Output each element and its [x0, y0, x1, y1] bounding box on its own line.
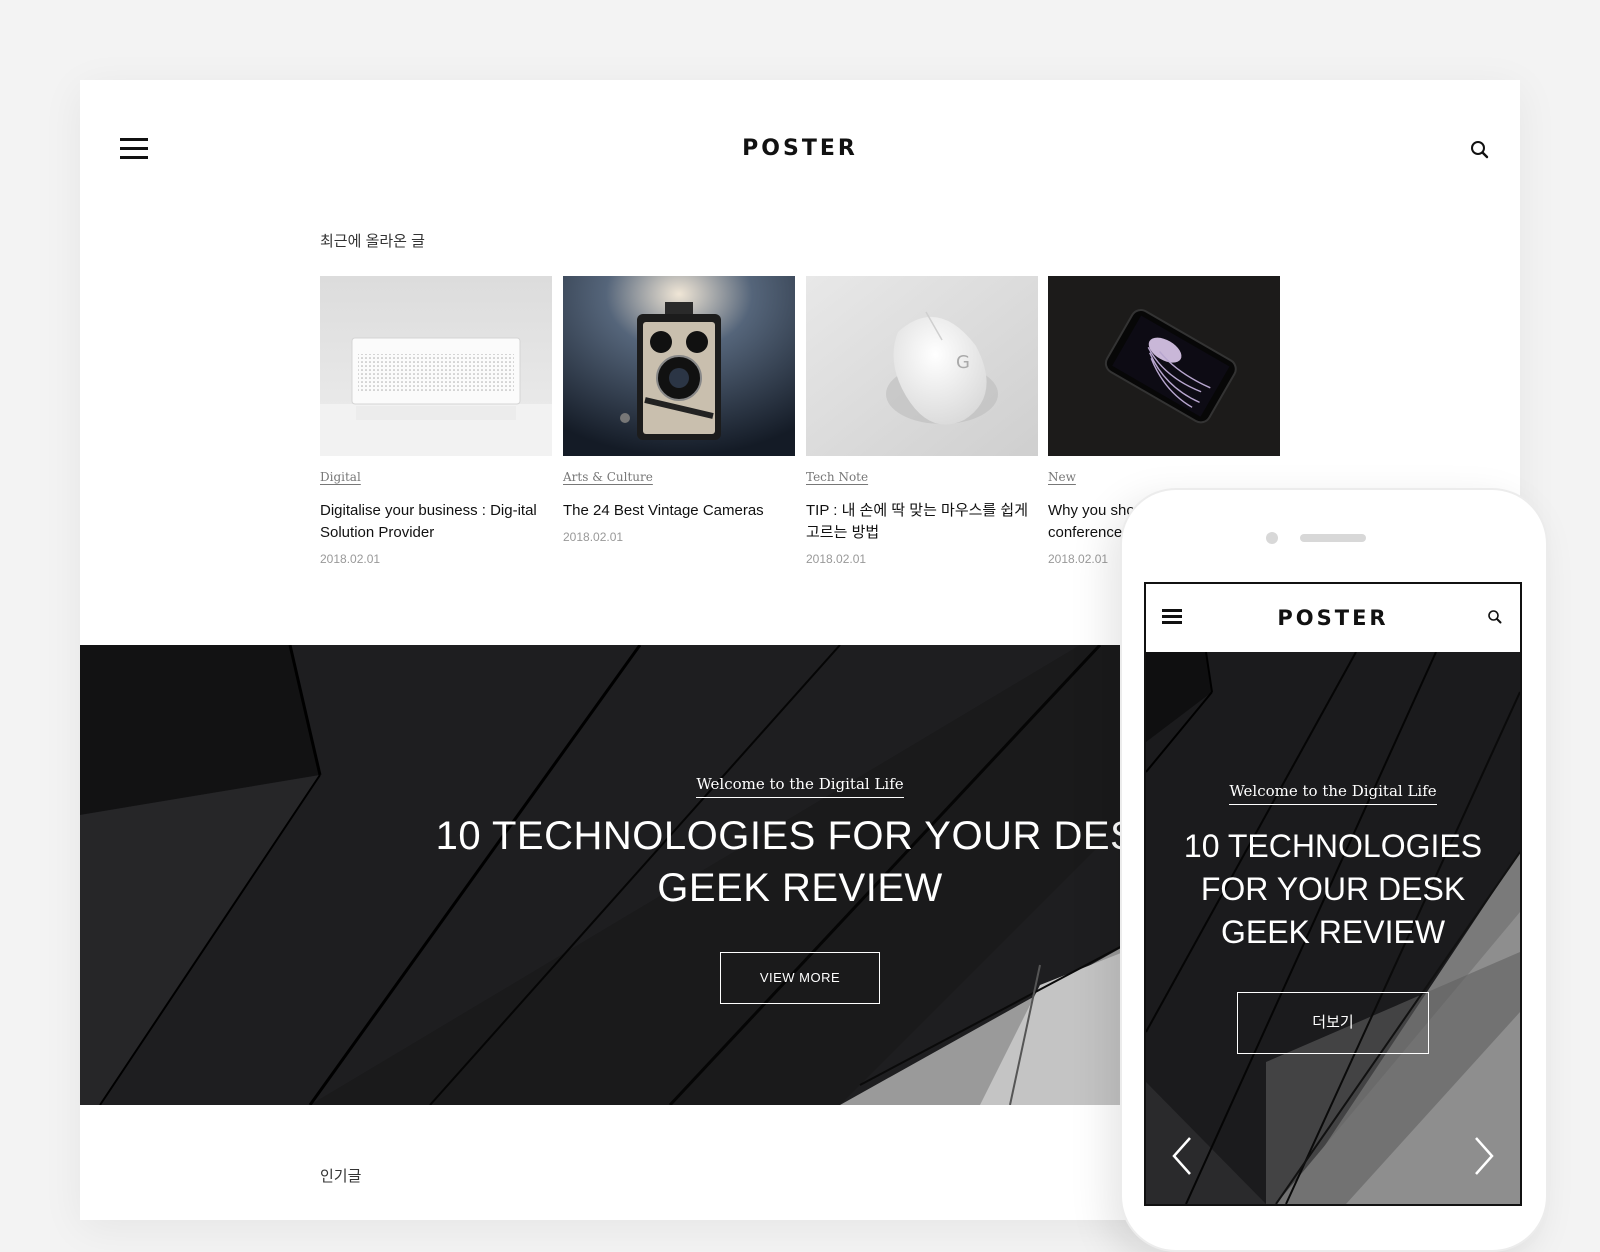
- mobile-hero-title: 10 TECHNOLOGIES FOR YOUR DESK GEEK REVIE…: [1146, 825, 1520, 954]
- search-icon[interactable]: [1468, 138, 1492, 162]
- post-date: 2018.02.01: [563, 530, 624, 544]
- post-date: 2018.02.01: [806, 552, 867, 566]
- post-title[interactable]: The 24 Best Vintage Cameras: [563, 500, 795, 522]
- svg-text:G: G: [956, 352, 970, 373]
- post-category[interactable]: New: [1048, 470, 1076, 484]
- mobile-hero-title-line: GEEK REVIEW: [1220, 914, 1446, 950]
- chevron-right-icon[interactable]: [1470, 1134, 1498, 1178]
- mobile-hero-title-line: 10 TECHNOLOGIES: [1183, 828, 1483, 864]
- mobile-screen: POSTER Welcome to the Digital Life 10 TE…: [1144, 582, 1522, 1206]
- phone-camera: [1266, 532, 1278, 544]
- more-button[interactable]: 더보기: [1237, 992, 1429, 1054]
- hero-kicker: Welcome to the Digital Life: [696, 775, 904, 798]
- post-card[interactable]: Digital Digitalise your business : Dig-i…: [320, 276, 552, 566]
- mobile-hero-content: Welcome to the Digital Life 10 TECHNOLOG…: [1146, 782, 1520, 1054]
- post-title[interactable]: Digitalise your business : Dig-ital Solu…: [320, 500, 552, 544]
- post-category[interactable]: Tech Note: [806, 470, 868, 484]
- post-card[interactable]: G Tech Note TIP : 내 손에 딱 맞는 마우스를 쉽게 고르는 …: [806, 276, 1038, 566]
- search-icon[interactable]: [1486, 608, 1504, 626]
- chevron-left-icon[interactable]: [1168, 1134, 1196, 1178]
- post-title[interactable]: TIP : 내 손에 딱 맞는 마우스를 쉽게 고르는 방법: [806, 500, 1038, 544]
- vintage-camera-photo[interactable]: [563, 276, 795, 456]
- post-date: 2018.02.01: [320, 552, 381, 566]
- white-mouse-photo[interactable]: G: [806, 276, 1038, 456]
- post-card[interactable]: Arts & Culture The 24 Best Vintage Camer…: [563, 276, 795, 544]
- post-category[interactable]: Digital: [320, 470, 361, 484]
- mobile-site-logo[interactable]: POSTER: [1146, 606, 1520, 630]
- mobile-hero-kicker: Welcome to the Digital Life: [1229, 782, 1437, 805]
- smartphone-jellyfish-photo[interactable]: [1048, 276, 1280, 456]
- view-more-button[interactable]: VIEW MORE: [720, 952, 880, 1004]
- popular-posts-heading: 인기글: [320, 1168, 362, 1185]
- mobile-phone-mockup: POSTER Welcome to the Digital Life 10 TE…: [1120, 488, 1548, 1252]
- mobile-hero-banner: Welcome to the Digital Life 10 TECHNOLOG…: [1146, 652, 1520, 1204]
- mobile-header: POSTER: [1146, 584, 1520, 652]
- mobile-hero-title-line: FOR YOUR DESK: [1200, 871, 1466, 907]
- phone-speaker: [1300, 534, 1366, 542]
- recent-posts-heading: 최근에 올라온 글: [320, 233, 425, 250]
- white-speaker-photo[interactable]: [320, 276, 552, 456]
- post-category[interactable]: Arts & Culture: [563, 470, 653, 484]
- site-logo[interactable]: POSTER: [80, 136, 1520, 161]
